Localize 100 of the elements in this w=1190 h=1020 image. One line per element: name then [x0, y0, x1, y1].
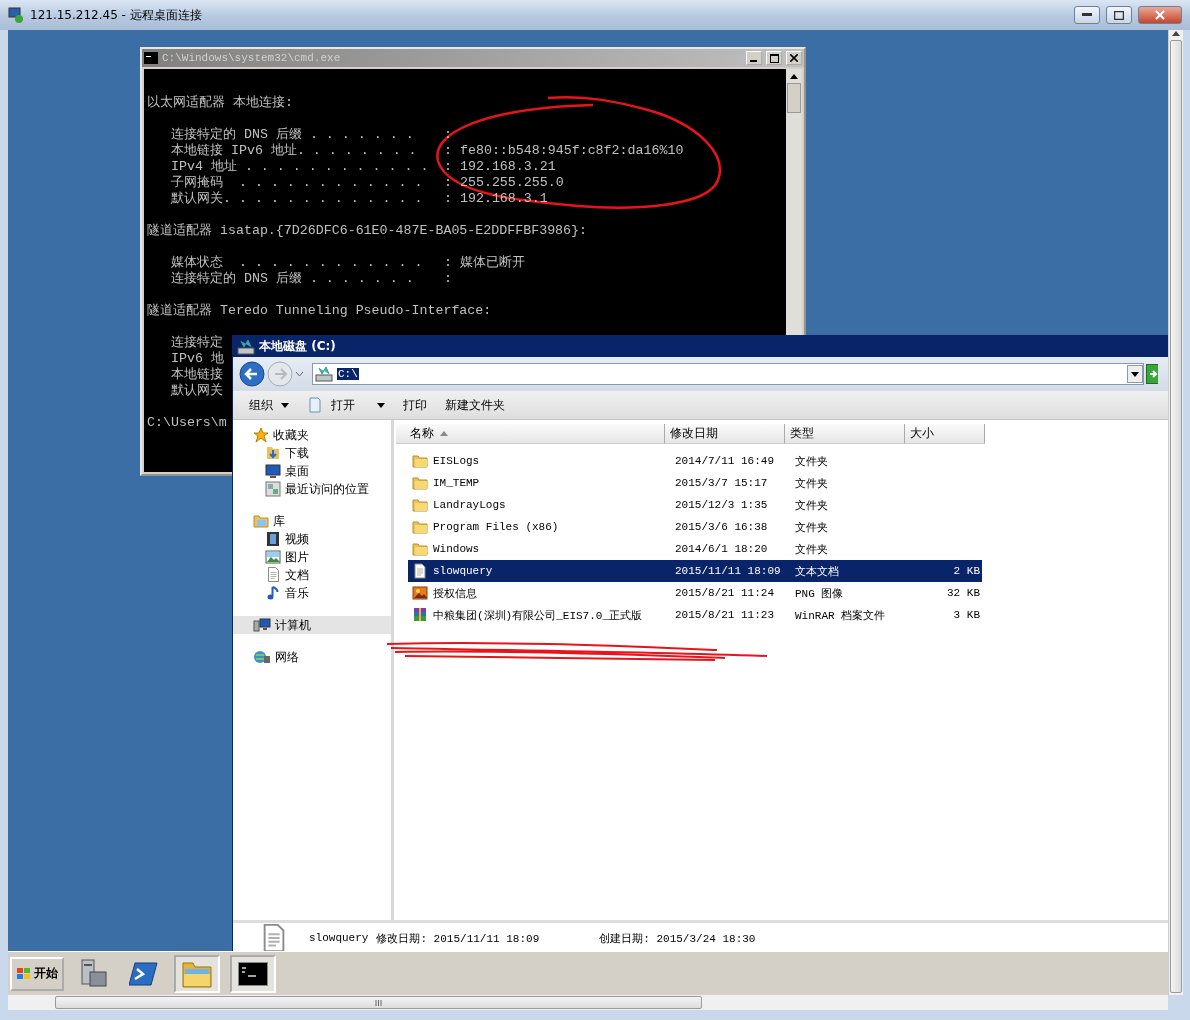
nav-item[interactable]: 下载: [233, 444, 391, 462]
toolbar-button[interactable]: 新建文件夹: [443, 394, 507, 416]
folder-icon: [412, 475, 428, 491]
console-label: IPv6 地: [171, 351, 224, 367]
file-row[interactable]: 中粮集团(深圳)有限公司_EIS7.0_正式版 2015/8/21 11:23 WinRAR 档案文件 3 KB: [408, 604, 982, 626]
console-value: : fe80::b548:945f:c8f2:da16%10: [444, 143, 684, 159]
remote-desktop-icon: [8, 7, 24, 23]
console-label: 连接特定的 DNS 后缀 . . . . . . .: [171, 127, 415, 143]
nav-item[interactable]: 图片: [233, 548, 391, 566]
file-date: 2015/11/11 18:09: [675, 565, 782, 577]
scrollbar-thumb[interactable]: [787, 83, 801, 113]
console-line: 以太网适配器 本地连接:: [147, 95, 293, 111]
maximize-icon: [769, 53, 779, 63]
back-button[interactable]: [239, 361, 265, 387]
nav-item[interactable]: 最近访问的位置: [233, 480, 391, 498]
folder-icon: [412, 541, 428, 557]
recent-places-icon: [265, 481, 281, 497]
console-line: 隧道适配器 isatap.{7D26DFC6-61E0-487E-BA05-E2DDFFBF3986}:: [147, 223, 588, 239]
dropdown-button[interactable]: [1127, 365, 1143, 383]
scrollbar-thumb[interactable]: [55, 996, 702, 1009]
column-header[interactable]: 修改日期: [665, 424, 785, 444]
close-icon: [790, 54, 798, 62]
nav-label: 文档: [285, 566, 309, 584]
maximize-button[interactable]: [1106, 6, 1132, 24]
file-type: 文件夹: [795, 520, 829, 535]
file-size: 2 KB: [952, 565, 981, 577]
go-button[interactable]: [1146, 364, 1158, 384]
caret-icon: [281, 402, 289, 408]
console-line: C:\Users\m: [147, 415, 227, 431]
nav-item[interactable]: 音乐: [233, 584, 391, 602]
console-value: : 媒体已断开: [444, 255, 525, 271]
archive-icon: [412, 607, 428, 623]
open-button[interactable]: 打开: [305, 394, 387, 416]
server-manager-icon: [78, 957, 110, 990]
nav-item[interactable]: 网络: [233, 648, 391, 666]
console-value: :: [444, 271, 452, 287]
console-label: 连接特定: [171, 335, 223, 351]
picture-icon: [265, 549, 281, 565]
computer-icon: [253, 617, 271, 633]
document-icon: [412, 563, 428, 579]
file-row[interactable]: LandrayLogs 2015/12/3 1:35 文件夹: [408, 494, 982, 516]
folder-icon: [412, 519, 428, 535]
console-icon: [238, 961, 268, 986]
powershell-icon: [129, 960, 159, 987]
file-date: 2014/6/1 18:20: [675, 543, 769, 555]
column-header[interactable]: 类型: [785, 424, 905, 444]
status-name: slowquery: [309, 932, 369, 944]
address-field[interactable]: C:\: [312, 363, 1144, 385]
file-row[interactable]: 授权信息 2015/8/21 11:24 PNG 图像 32 KB: [408, 582, 982, 604]
scrollbar[interactable]: [1168, 30, 1183, 995]
caret-icon[interactable]: [295, 371, 304, 377]
window-title: C:\Windows\system32\cmd.exe: [162, 52, 341, 64]
file-type: 文件夹: [795, 498, 829, 513]
nav-label: 收藏夹: [273, 426, 309, 444]
file-name: 中粮集团(深圳)有限公司_EIS7.0_正式版: [433, 608, 642, 623]
music-note-icon: [267, 586, 279, 600]
minimize-button[interactable]: [1074, 6, 1100, 24]
file-row[interactable]: Windows 2014/6/1 18:20 文件夹: [408, 538, 982, 560]
library-icon: [253, 513, 269, 529]
console-label: 默认网关. . . . . . . . . . . . .: [171, 191, 424, 207]
star-icon: [253, 427, 269, 443]
console-label: 本地链接: [171, 367, 223, 383]
sort-arrow-icon: [440, 431, 448, 436]
nav-label: 库: [273, 512, 285, 530]
caret-icon: [377, 402, 385, 408]
console-label: 连接特定的 DNS 后缀 . . . . . . .: [171, 271, 415, 287]
nav-item[interactable]: 收藏夹: [233, 426, 391, 444]
file-row[interactable]: EISLogs 2014/7/11 16:49 文件夹: [408, 450, 982, 472]
toolbar-button[interactable]: 打印: [401, 394, 429, 416]
folder-icon: [412, 453, 428, 469]
console-line: 隧道适配器 Teredo Tunneling Pseudo-Interface:: [147, 303, 492, 319]
scrollbar-thumb[interactable]: [1170, 40, 1182, 993]
column-header[interactable]: 名称: [396, 424, 665, 444]
desktop-icon: [265, 463, 281, 479]
taskbar-window-button[interactable]: [230, 954, 276, 993]
nav-item[interactable]: 文档: [233, 566, 391, 584]
console-label: 默认网关: [171, 383, 223, 399]
column-header[interactable]: 大小: [905, 424, 985, 444]
file-row[interactable]: IM_TEMP 2015/3/7 15:17 文件夹: [408, 472, 982, 494]
status-created: 创建日期: 2015/3/24 18:30: [599, 931, 756, 946]
console-label: 本地链接 IPv6 地址. . . . . . . .: [171, 143, 418, 159]
file-row[interactable]: Program Files (x86) 2015/3/6 16:38 文件夹: [408, 516, 982, 538]
file-row[interactable]: slowquery 2015/11/11 18:09 文本文档 2 KB: [408, 560, 982, 582]
file-size: 3 KB: [952, 609, 981, 621]
file-type: 文件夹: [795, 454, 829, 469]
console-icon: [144, 52, 158, 64]
organize-menu[interactable]: 组织: [247, 394, 291, 416]
nav-label: 视频: [285, 530, 309, 548]
nav-item[interactable]: 视频: [233, 530, 391, 548]
file-type: PNG 图像: [795, 586, 845, 601]
console-label: 子网掩码 . . . . . . . . . . . .: [171, 175, 424, 191]
nav-item[interactable]: 库: [233, 512, 391, 530]
file-date: 2015/3/7 15:17: [675, 477, 769, 489]
folder-icon: [412, 497, 428, 513]
start-button[interactable]: 开始: [10, 956, 64, 991]
console-label: 媒体状态 . . . . . . . . . . . .: [171, 255, 424, 271]
nav-item[interactable]: 桌面: [233, 462, 391, 480]
status-modified: 修改日期: 2015/11/11 18:09: [376, 931, 540, 946]
document-icon: [268, 567, 279, 582]
nav-item[interactable]: 计算机: [233, 616, 391, 634]
